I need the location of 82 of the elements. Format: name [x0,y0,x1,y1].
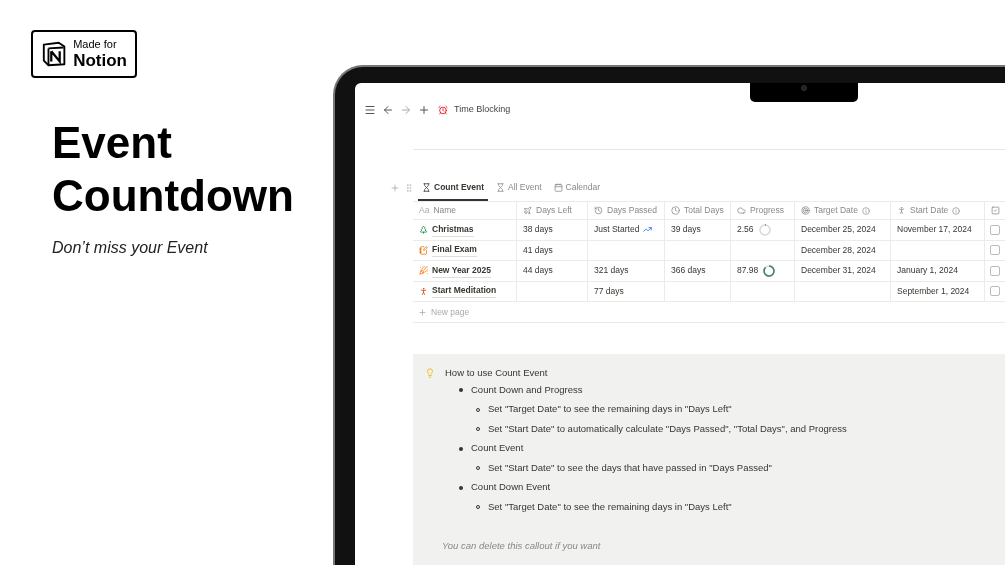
table-cell: September 1, 2024 [897,284,970,298]
list-item: Set "Start Date" to see the days that have passed in "Days Passed" [488,460,772,475]
add-icon[interactable] [418,307,427,317]
row-name[interactable]: Final Exam [432,243,477,258]
badge-caption: Made for [73,39,118,50]
camera-icon [801,85,807,91]
clock-icon [671,206,680,215]
add-icon[interactable] [390,183,400,193]
list-item: Count Down Event [471,480,551,495]
notebook-icon [419,245,428,255]
column-header: Days Passed [607,204,658,217]
table-cell: 44 days [523,264,553,278]
bullet-icon [459,485,463,490]
table-cell: 366 days [671,264,706,278]
back-arrow-icon[interactable] [382,103,394,116]
menu-icon[interactable] [364,103,376,116]
column-header: Name [433,204,457,217]
alarm-clock-icon [438,104,448,115]
lightbulb-icon [425,368,435,379]
breadcrumb[interactable]: Time Blocking [454,102,511,117]
row-name[interactable]: Start Meditation [432,284,497,299]
tree-icon [419,225,428,235]
add-icon[interactable] [418,103,430,116]
info-icon[interactable] [861,206,870,215]
table-cell: 41 days [523,243,553,257]
table-cell: 2.56 [737,223,754,237]
column-header: Total Days [684,204,724,217]
forward-arrow-icon[interactable] [400,103,412,116]
bullet-icon [459,446,463,451]
progress-ring [757,222,772,237]
view-tab[interactable]: Count Event [418,175,489,201]
row-checkbox[interactable] [990,224,1000,235]
hourglass-icon [422,182,431,192]
bullet-icon [459,388,463,392]
table-cell: 39 days [671,223,701,237]
text-type-icon: Aa [419,204,430,217]
table-cell: 77 days [594,284,624,298]
table-cell: 87.98 [737,264,759,278]
list-item: Count Down and Progress [471,382,583,397]
person-icon [419,286,428,296]
row-checkbox[interactable] [990,286,1000,297]
headline: Countdown [52,170,295,222]
calendar-icon [553,182,563,192]
table-cell: 38 days [523,223,553,237]
row-checkbox[interactable] [990,265,1000,276]
party-popper-icon [419,266,428,276]
headline: Event [52,117,173,169]
table-cell: December 28, 2024 [801,243,876,257]
table-cell: Just Started [594,223,640,237]
table-cell: January 1, 2024 [897,264,958,278]
column-header: Start Date [910,204,949,217]
tagline: Don’t miss your Event [52,238,209,258]
plane-icon [523,206,532,215]
column-header: Progress [750,204,784,217]
callout-note: You can delete this callout if you want [442,539,601,551]
table-cell: December 25, 2024 [801,223,876,237]
list-item: Set "Target Date" to see the remaining days in "Days Left" [488,499,732,514]
list-item: Count Event [471,441,524,456]
target-icon [801,206,810,215]
row-checkbox[interactable] [990,245,1000,256]
hourglass-icon [496,182,506,192]
table-cell: November 17, 2024 [897,223,972,237]
column-header: Target Date [814,204,858,217]
history-icon [594,206,603,215]
badge-brand: Notion [73,52,127,69]
info-icon[interactable] [952,206,961,215]
drag-handle-icon[interactable] [404,183,414,193]
list-item: Set "Target Date" to see the remaining days in "Days Left" [488,402,732,417]
progress-ring [762,263,777,278]
table-cell: 321 days [594,264,629,278]
table-cell: December 31, 2024 [801,264,876,278]
checkbox-column-icon [991,206,1000,215]
callout-title: How to use Count Event [445,366,548,380]
row-name[interactable]: New Year 2025 [432,263,491,278]
notion-logo-icon [41,40,68,68]
list-item: Set "Start Date" to automatically calculate "Days Passed", "Total Days", and Progress [488,421,847,436]
column-header: Days Left [536,204,572,217]
view-tab[interactable]: All Event [492,175,546,201]
cloud-icon [737,206,746,215]
view-tab[interactable]: Calendar [549,175,605,201]
row-name[interactable]: Christmas [432,222,474,237]
runner-icon [897,206,906,215]
